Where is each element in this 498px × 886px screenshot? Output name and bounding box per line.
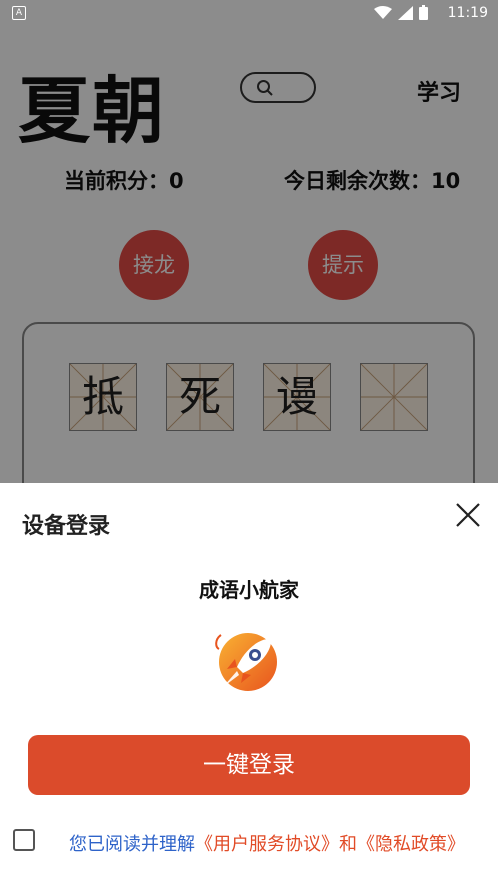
agreement-checkbox[interactable] [13,829,35,851]
privacy-policy-link[interactable]: 《隐私政策》 [357,834,465,855]
login-sheet: 设备登录 成语小航家 一键登录 您已阅读并理解《用户服务协议》和《隐私政策》 [0,483,498,886]
idiom-char: 抵 [81,372,124,421]
status-bar: A 11:19 [0,0,498,26]
app-name: 成语小航家 [199,578,299,602]
battery-icon [419,5,428,20]
close-icon[interactable] [454,501,482,529]
status-time: 11:19 [447,5,488,21]
signal-icon [398,5,413,20]
sheet-title: 设备登录 [22,514,111,539]
rocket-logo-icon [215,633,277,691]
agreement-prefix: 您已阅读并理解 [69,834,195,855]
idiom-char: 死 [178,372,221,421]
and-text: 和 [339,834,357,855]
user-agreement-link[interactable]: 《用户服务协议》 [195,834,339,855]
idiom-char: 谩 [275,372,318,421]
wifi-icon [374,5,392,19]
agreement-text: 您已阅读并理解《用户服务协议》和《隐私政策》 [69,830,465,856]
one-click-login-button[interactable]: 一键登录 [28,735,470,795]
notification-icon: A [12,6,26,20]
